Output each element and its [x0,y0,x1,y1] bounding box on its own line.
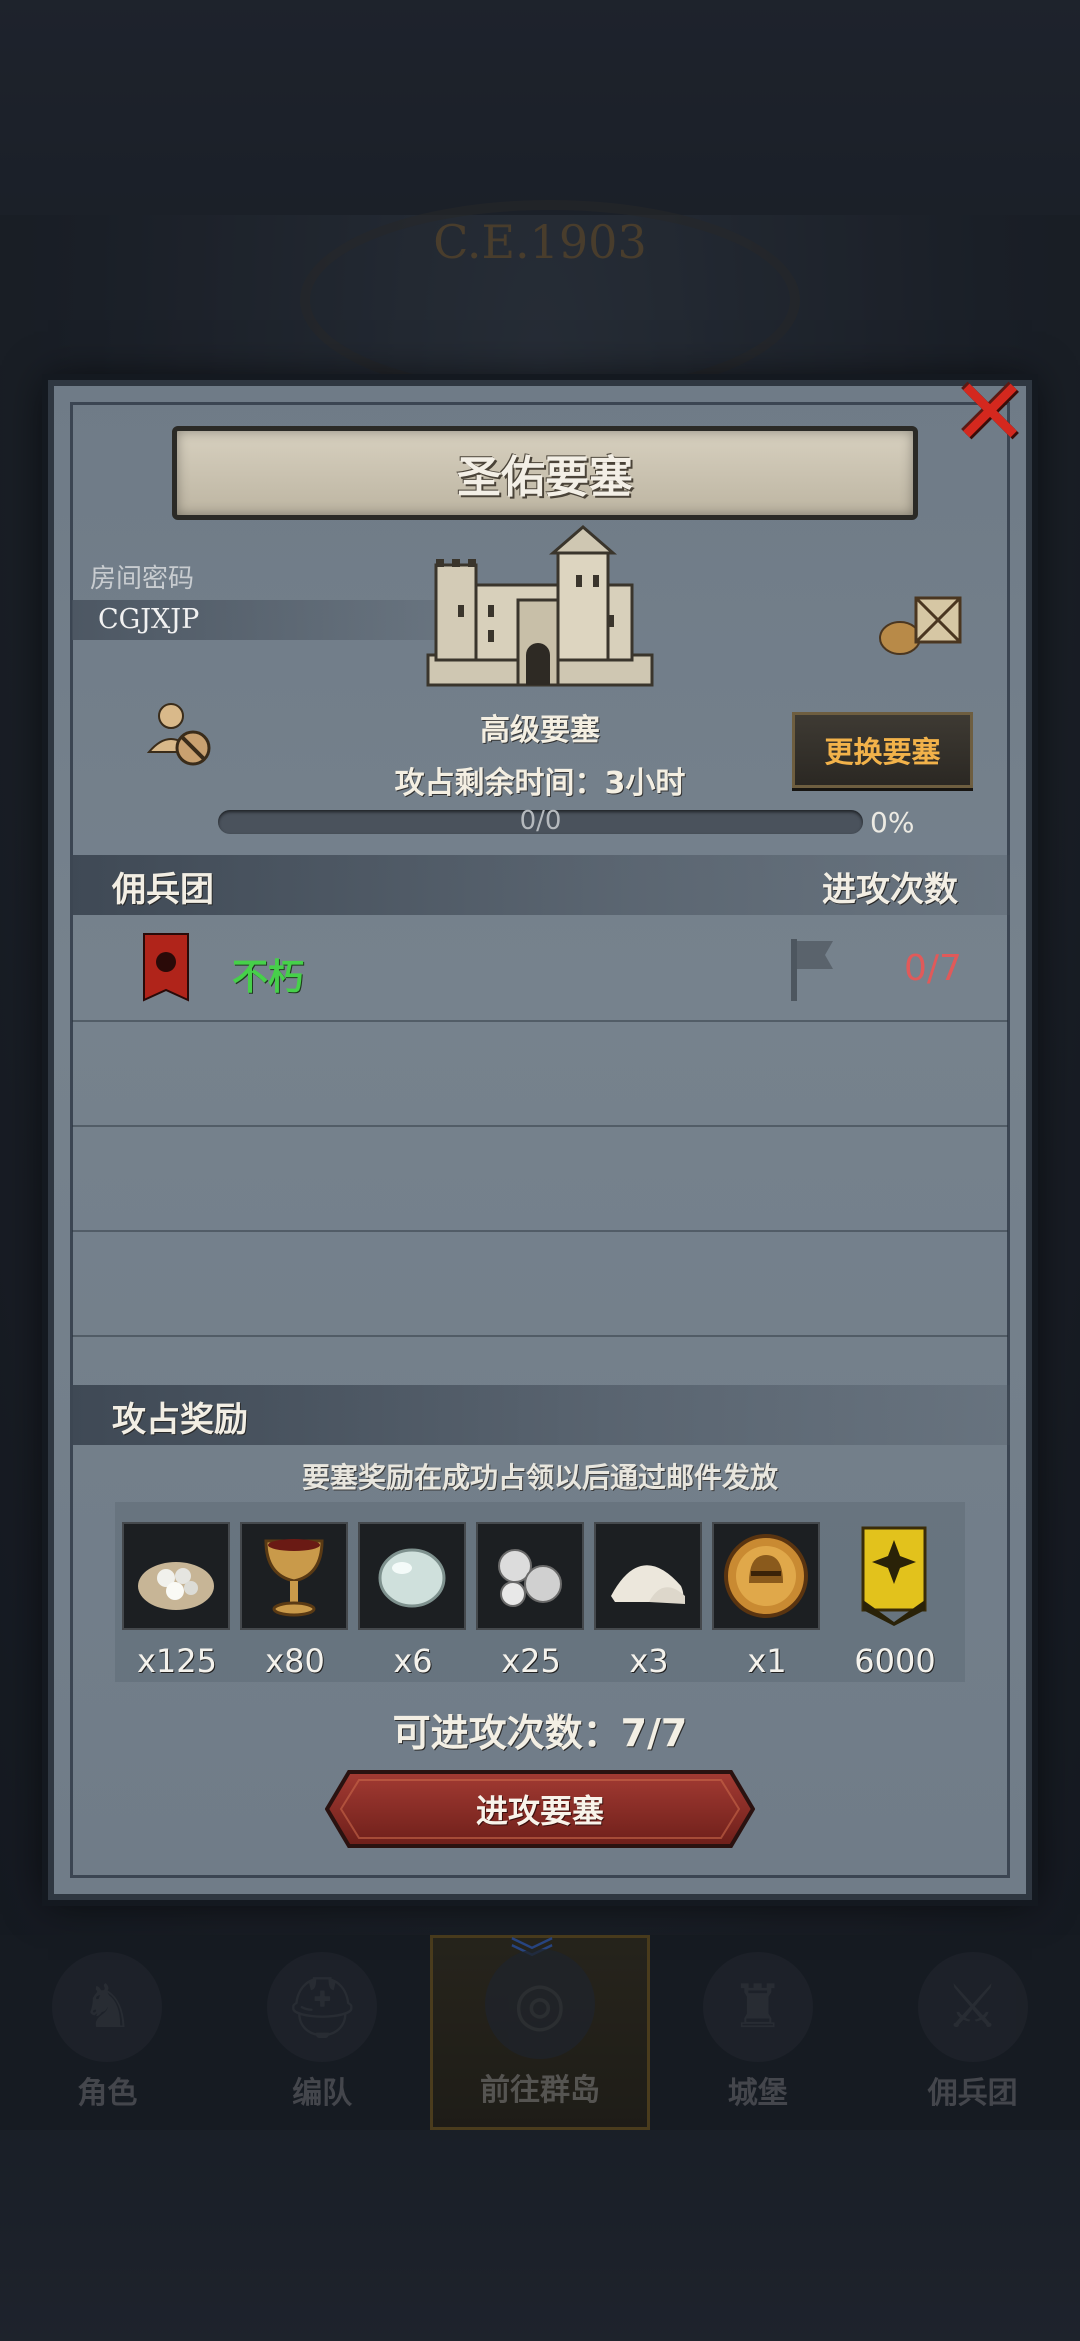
progress-percent: 0% [870,806,915,839]
reward-item[interactable]: x125 [122,1522,232,1680]
progress-text: 0/0 [519,806,562,836]
title-banner: 圣佑要塞 [172,426,918,520]
guild-section-title: 佣兵团 [112,870,214,910]
dialog-title: 圣佑要塞 [457,452,633,503]
castle-icon [426,525,654,687]
golden-helmet-coin-icon [712,1522,820,1630]
attack-count-title: 进攻次数 [822,870,958,910]
reward-qty: x125 [136,1642,217,1680]
pearl-stone-icon [358,1522,466,1630]
row-divider [72,1020,1008,1022]
time-remaining: 攻占剩余时间：3小时 [394,766,686,801]
reward-qty: x3 [629,1642,669,1680]
silver-ore-sack-icon [122,1522,230,1630]
silver-pearls-icon [476,1522,584,1630]
guild-attack-count: 0/7 [904,948,962,989]
reward-item[interactable]: x80 [240,1522,350,1680]
close-icon[interactable]: ✕ [945,367,1035,459]
reward-item[interactable]: x6 [358,1522,468,1680]
reward-item[interactable]: 6000 [840,1522,950,1680]
reward-qty: x25 [501,1642,561,1680]
remaining-attempts: 可进攻次数：7/7 [392,1711,688,1755]
flag-icon [791,939,833,1001]
salt-pile-icon [594,1522,702,1630]
row-divider [72,1125,1008,1127]
reward-item[interactable]: x1 [712,1522,822,1680]
reward-item[interactable]: x25 [476,1522,586,1680]
resource-crate-icon[interactable] [878,590,964,656]
reward-qty: x6 [393,1642,433,1680]
row-divider [72,1230,1008,1232]
guild-name: 不朽 [232,957,305,998]
rank-badge-icon [840,1522,948,1630]
room-password-label: 房间密码 [90,564,195,594]
row-divider [72,1335,1008,1337]
attack-button-label[interactable]: 进攻要塞 [325,1786,755,1832]
reward-qty: x80 [265,1642,325,1680]
reward-qty: x1 [747,1642,787,1680]
room-code: CGJXJP [98,604,200,635]
reward-qty: 6000 [854,1642,936,1680]
reward-item[interactable]: x3 [594,1522,704,1680]
goblet-icon [240,1522,348,1630]
reward-section-title: 攻占奖励 [112,1400,248,1440]
guild-banner-icon [143,933,189,1002]
reward-note: 要塞奖励在成功占领以后通过邮件发放 [301,1461,778,1494]
